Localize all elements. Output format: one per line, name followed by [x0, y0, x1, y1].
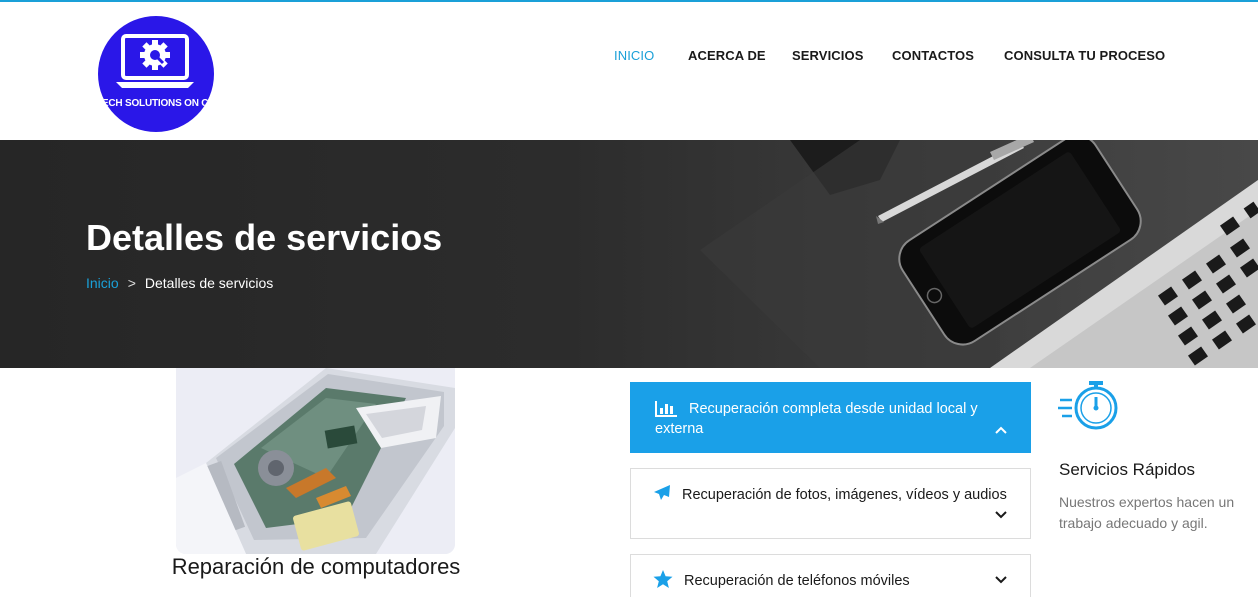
chevron-down-icon[interactable] [995, 511, 1007, 519]
main-nav: INICIO ACERCA DE SERVICIOS CONTACTOS CON… [0, 48, 1258, 66]
brand-logo[interactable]: TECH SOLUTIONS ON CALL [98, 16, 214, 132]
nav-item-acerca-de[interactable]: ACERCA DE [688, 48, 766, 63]
laptop-gear-icon [116, 34, 194, 88]
breadcrumb-current: Detalles de servicios [144, 275, 274, 291]
accordion-item-mobile[interactable]: Recuperación de teléfonos móviles [630, 554, 1031, 597]
accordion-item-full-recovery[interactable]: Recuperación completa desde unidad local… [630, 382, 1031, 453]
laptop-repair-photo [176, 368, 455, 554]
feature-description: Nuestros expertos hacen un trabajo adecu… [1059, 494, 1235, 531]
hero-banner: Detalles de servicios Inicio > Detalles de… [0, 140, 1258, 368]
accordion-label: Recuperación de teléfonos móviles [684, 573, 910, 589]
chevron-up-icon[interactable] [995, 426, 1007, 434]
nav-item-contactos[interactable]: CONTACTOS [892, 48, 974, 63]
feature-title: Servicios Rápidos [1059, 460, 1196, 479]
accordion-label: Recuperación de fotos, imágenes, vídeos … [682, 487, 1007, 503]
service-title: Reparación de computadores [171, 554, 461, 579]
site-header: TECH SOLUTIONS ON CALL INICIO ACERCA DE … [0, 2, 1258, 140]
breadcrumb: Inicio > Detalles de servicios [86, 275, 273, 291]
plane-icon [653, 484, 671, 502]
service-image [176, 368, 455, 554]
accordion-label: Recuperación completa desde unidad local… [655, 401, 978, 437]
logo-text: TECH SOLUTIONS ON CALL [98, 98, 214, 109]
breadcrumb-separator: > [127, 275, 136, 291]
chevron-down-icon[interactable] [995, 576, 1007, 584]
accordion-item-photos-videos[interactable]: Recuperación de fotos, imágenes, vídeos … [630, 468, 1031, 539]
star-icon [653, 570, 673, 588]
stopwatch-icon [1058, 381, 1118, 430]
nav-item-servicios[interactable]: SERVICIOS [792, 48, 863, 63]
nav-item-consulta[interactable]: CONSULTA TU PROCESO [1004, 48, 1165, 63]
nav-item-inicio[interactable]: INICIO [614, 48, 654, 63]
page-title: Detalles de servicios [86, 217, 443, 258]
breadcrumb-home-link[interactable]: Inicio [86, 275, 119, 291]
